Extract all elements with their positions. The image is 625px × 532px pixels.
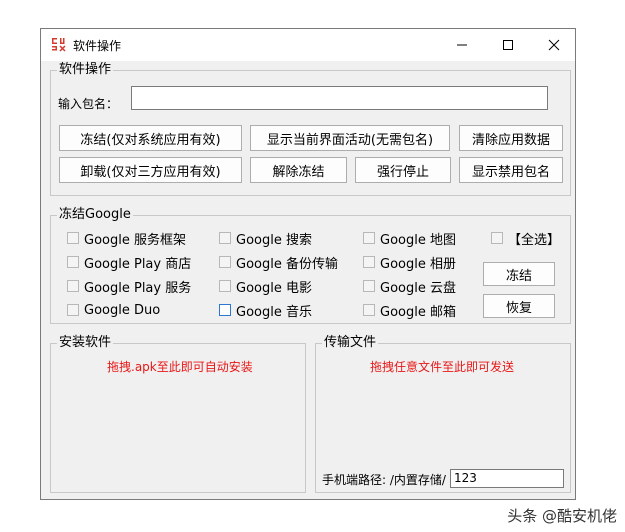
google-checkbox[interactable]: Google 电影 xyxy=(219,278,312,296)
checkbox-box[interactable] xyxy=(67,232,79,244)
maximize-button[interactable] xyxy=(485,29,531,61)
google-group-legend: 冻结Google xyxy=(57,207,133,223)
checkbox-label: Google 云盘 xyxy=(380,280,456,296)
force-stop-button[interactable]: 强行停止 xyxy=(355,157,451,183)
window-title: 软件操作 xyxy=(73,39,122,53)
checkbox-label: Google 地图 xyxy=(380,232,456,248)
install-software-group: 安装软件 拖拽.apk至此即可自动安装 xyxy=(50,335,306,493)
google-checkbox[interactable]: Google 音乐 xyxy=(219,302,312,320)
google-checkbox[interactable]: Google 搜索 xyxy=(219,230,312,248)
title-bar[interactable]: 软件操作 xyxy=(41,29,575,61)
minimize-icon xyxy=(457,44,467,46)
package-name-input[interactable] xyxy=(131,86,548,110)
checkbox-box[interactable] xyxy=(363,256,375,268)
package-group-legend: 软件操作 xyxy=(57,62,114,78)
checkbox-label: Google 服务框架 xyxy=(84,232,186,248)
google-checkbox[interactable]: Google 相册 xyxy=(363,254,456,272)
checkbox-box[interactable] xyxy=(363,304,375,316)
checkbox-box[interactable] xyxy=(491,232,503,244)
checkbox-label: Google 音乐 xyxy=(236,304,312,320)
restore-google-button[interactable]: 恢复 xyxy=(483,294,555,318)
install-hint: 拖拽.apk至此即可自动安装 xyxy=(107,360,253,374)
google-checkbox[interactable]: Google 服务框架 xyxy=(67,230,186,248)
checkbox-label: Google 备份传输 xyxy=(236,256,338,272)
package-operations-group: 软件操作 输入包名： 冻结(仅对系统应用有效) 显示当前界面活动(无需包名) 清… xyxy=(50,62,571,196)
install-group-legend: 安装软件 xyxy=(57,335,114,351)
transfer-file-group: 传输文件 拖拽任意文件至此即可发送 手机端路径: /内置存储/ 123 xyxy=(315,335,571,493)
google-checkbox[interactable]: Google 云盘 xyxy=(363,278,456,296)
checkbox-box[interactable] xyxy=(219,280,231,292)
minimize-button[interactable] xyxy=(439,29,485,61)
transfer-group-legend: 传输文件 xyxy=(322,335,379,351)
checkbox-label: Google 邮箱 xyxy=(380,304,456,320)
google-checkbox[interactable]: Google Play 商店 xyxy=(67,254,192,272)
checkbox-box[interactable] xyxy=(363,280,375,292)
app-logo-icon xyxy=(52,38,66,52)
checkbox-box[interactable] xyxy=(67,280,79,292)
freeze-google-button[interactable]: 冻结 xyxy=(483,262,555,286)
checkbox-box[interactable] xyxy=(219,304,231,316)
close-icon xyxy=(548,39,560,51)
uninstall-third-party-button[interactable]: 卸载(仅对三方应用有效) xyxy=(59,157,242,183)
checkbox-label: Google Play 商店 xyxy=(84,256,192,272)
main-window: 软件操作 软件操作 输入包名： 冻结(仅对系统应用有效) 显示当前界面活动(无需… xyxy=(40,28,576,500)
checkbox-box[interactable] xyxy=(363,232,375,244)
google-checkbox[interactable]: Google 备份传输 xyxy=(219,254,338,272)
apk-drop-zone[interactable]: 拖拽.apk至此即可自动安装 xyxy=(52,352,304,491)
google-checkbox[interactable]: Google 地图 xyxy=(363,230,456,248)
google-checkbox[interactable]: Google Play 服务 xyxy=(67,278,192,296)
clear-app-data-button[interactable]: 清除应用数据 xyxy=(459,125,563,151)
phone-path-input[interactable]: 123 xyxy=(450,469,564,488)
google-checkbox[interactable]: Google Duo xyxy=(67,302,160,318)
checkbox-label: Google 相册 xyxy=(380,256,456,272)
checkbox-box[interactable] xyxy=(219,256,231,268)
phone-path-label: 手机端路径: /内置存储/ xyxy=(322,473,446,487)
checkbox-label: Google 搜索 xyxy=(236,232,312,248)
unfreeze-button[interactable]: 解除冻结 xyxy=(250,157,347,183)
checkbox-box[interactable] xyxy=(67,304,79,316)
package-name-label: 输入包名： xyxy=(58,97,119,111)
checkbox-box[interactable] xyxy=(219,232,231,244)
google-checkbox[interactable]: Google 邮箱 xyxy=(363,302,456,320)
checkbox-label: Google 电影 xyxy=(236,280,312,296)
show-current-activity-button[interactable]: 显示当前界面活动(无需包名) xyxy=(250,125,450,151)
select-all-checkbox[interactable]: 【全选】 xyxy=(491,230,561,248)
watermark: 头条 @酷安机佬 xyxy=(507,507,617,525)
show-disabled-packages-button[interactable]: 显示禁用包名 xyxy=(459,157,563,183)
checkbox-box[interactable] xyxy=(67,256,79,268)
select-all-label: 【全选】 xyxy=(508,232,561,248)
maximize-icon xyxy=(503,40,513,50)
close-button[interactable] xyxy=(531,29,577,61)
checkbox-label: Google Play 服务 xyxy=(84,280,192,296)
checkbox-label: Google Duo xyxy=(84,302,161,318)
freeze-google-group: 冻结Google Google 服务框架 Google 搜索 Google 地图… xyxy=(50,207,571,324)
file-drop-zone[interactable]: 拖拽任意文件至此即可发送 xyxy=(317,352,569,467)
transfer-hint: 拖拽任意文件至此即可发送 xyxy=(370,360,515,374)
freeze-system-app-button[interactable]: 冻结(仅对系统应用有效) xyxy=(59,125,242,151)
